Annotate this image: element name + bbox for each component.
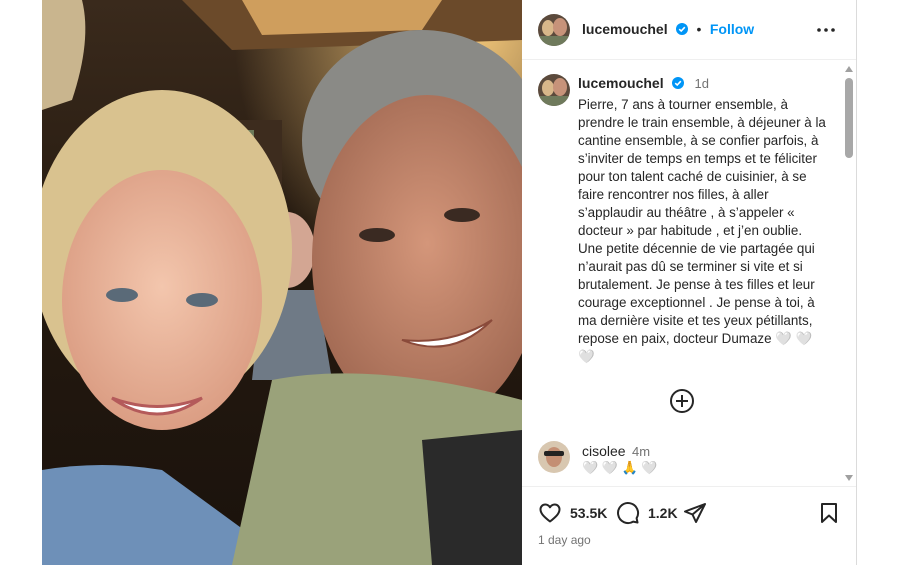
verified-badge-icon bbox=[676, 23, 689, 35]
caption-time[interactable]: 1d bbox=[695, 76, 709, 91]
comments-section: lucemouchel 1d Pierre, 7 ans à tourner e… bbox=[522, 60, 842, 485]
caption-author-line: lucemouchel 1d bbox=[578, 75, 709, 93]
author-avatar[interactable] bbox=[538, 14, 570, 46]
comment-count[interactable]: 1.2K bbox=[648, 505, 678, 521]
follow-button[interactable]: Follow bbox=[710, 21, 754, 37]
post-actions: 53.5K 1.2K 1 day ago bbox=[522, 486, 856, 565]
like-count[interactable]: 53.5K bbox=[570, 505, 607, 521]
header-separator: • bbox=[696, 21, 702, 37]
post-details-panel: lucemouchel • Follow lucemouchel 1d Pier… bbox=[522, 0, 857, 565]
like-button[interactable]: 53.5K bbox=[538, 501, 607, 525]
comment-text: 🤍 🤍 🙏 🤍 bbox=[582, 460, 658, 475]
plus-circle-icon[interactable] bbox=[669, 388, 695, 414]
scroll-thumb[interactable] bbox=[845, 78, 853, 158]
commenter-avatar[interactable] bbox=[538, 441, 570, 473]
comment-button[interactable]: 1.2K bbox=[616, 501, 678, 525]
more-options-icon[interactable] bbox=[814, 18, 838, 42]
comment-bubble-icon bbox=[617, 502, 640, 525]
post-date[interactable]: 1 day ago bbox=[538, 533, 591, 547]
bookmark-icon bbox=[821, 503, 837, 523]
post-photo[interactable] bbox=[42, 0, 522, 565]
author-username[interactable]: lucemouchel bbox=[582, 21, 668, 37]
caption-username[interactable]: lucemouchel bbox=[578, 75, 664, 91]
comment-author-line: cisolee 4m bbox=[582, 443, 650, 461]
comment-time[interactable]: 4m bbox=[632, 444, 650, 459]
scroll-up-arrow[interactable] bbox=[845, 66, 853, 72]
scroll-down-arrow[interactable] bbox=[845, 475, 853, 481]
paper-plane-icon bbox=[684, 503, 706, 523]
caption-avatar[interactable] bbox=[538, 74, 570, 106]
caption-text: Pierre, 7 ans à tourner ensemble, à pren… bbox=[578, 97, 830, 364]
author-line: lucemouchel • Follow bbox=[582, 21, 754, 39]
share-button[interactable] bbox=[683, 501, 707, 525]
selfie-image bbox=[42, 0, 522, 565]
post-header: lucemouchel • Follow bbox=[522, 0, 856, 60]
save-button[interactable] bbox=[818, 501, 840, 525]
commenter-username[interactable]: cisolee bbox=[582, 443, 626, 459]
verified-badge-icon bbox=[672, 77, 685, 89]
heart-icon bbox=[539, 503, 561, 523]
comments-scrollbar[interactable] bbox=[842, 62, 856, 485]
